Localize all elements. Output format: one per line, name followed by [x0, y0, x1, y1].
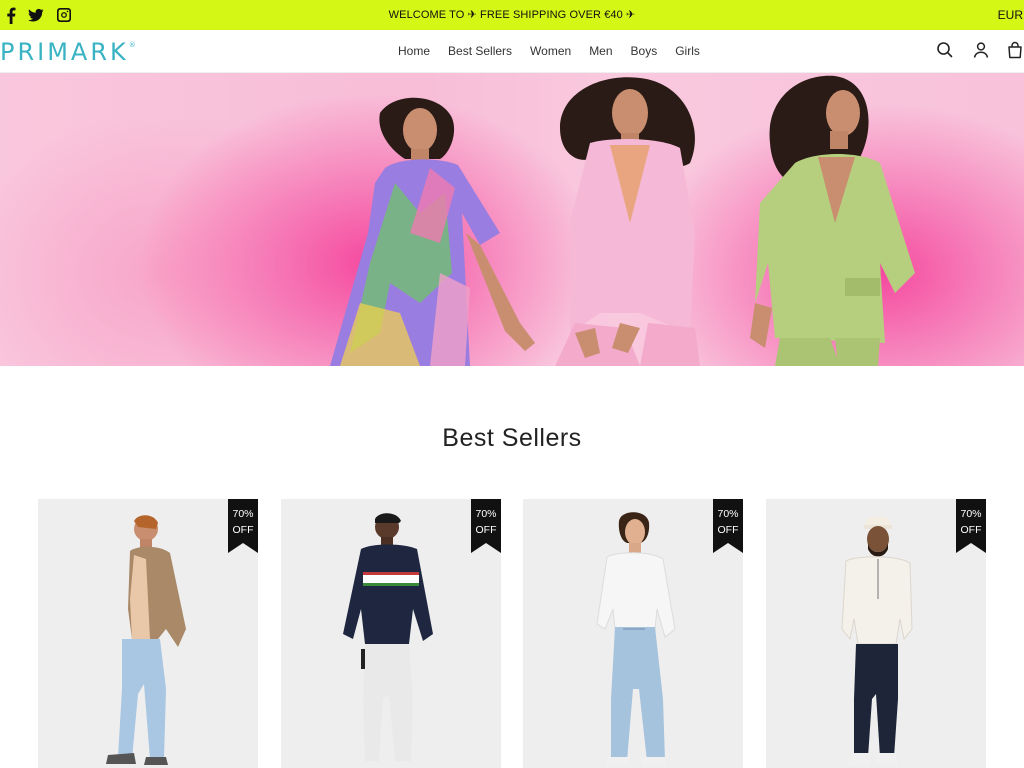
- nav-best-sellers[interactable]: Best Sellers: [448, 44, 512, 58]
- nav-home[interactable]: Home: [398, 44, 430, 58]
- hero-models-image: [330, 75, 915, 366]
- discount-badge: 70% OFF: [228, 499, 258, 553]
- account-button[interactable]: [971, 40, 991, 60]
- product-image: [596, 512, 676, 765]
- nav-women[interactable]: Women: [530, 44, 571, 58]
- discount-percent: 70%: [960, 508, 982, 520]
- search-icon: [937, 42, 953, 58]
- primark-logo[interactable]: PRIMARK®: [0, 38, 136, 66]
- announcement-text: WELCOME TO ✈ FREE SHIPPING OVER €40 ✈: [388, 9, 636, 21]
- model-floral-dress: [330, 97, 535, 366]
- main-nav: Home Best Sellers Women Men Boys Girls: [398, 44, 718, 58]
- search-button[interactable]: [935, 40, 955, 60]
- product-image: [343, 513, 433, 761]
- account-icon: [973, 42, 989, 58]
- discount-badge: 70% OFF: [956, 499, 986, 553]
- nav-boys[interactable]: Boys: [631, 44, 658, 58]
- product-card[interactable]: 70% OFF: [281, 499, 501, 768]
- cart-button[interactable]: [1006, 40, 1024, 60]
- model-green-suit: [750, 75, 915, 366]
- discount-off-label: OFF: [717, 524, 739, 536]
- site-header: PRIMARK® Home Best Sellers Women Men Boy…: [0, 30, 1024, 73]
- announcement-bar: WELCOME TO ✈ FREE SHIPPING OVER €40 ✈ EU…: [0, 0, 1024, 30]
- discount-off-label: OFF: [960, 524, 982, 536]
- product-image: [106, 515, 186, 765]
- product-card[interactable]: 70% OFF: [523, 499, 743, 768]
- discount-off-label: OFF: [232, 524, 254, 536]
- discount-percent: 70%: [717, 508, 739, 520]
- product-card[interactable]: 70% OFF: [766, 499, 986, 768]
- best-sellers-title: Best Sellers: [442, 424, 582, 452]
- discount-percent: 70%: [475, 508, 497, 520]
- logo-text: PRIMARK: [0, 38, 129, 66]
- discount-percent: 70%: [232, 508, 254, 520]
- nav-girls[interactable]: Girls: [675, 44, 700, 58]
- currency-selector[interactable]: EUR: [998, 8, 1023, 22]
- product-card[interactable]: 70% OFF: [38, 499, 258, 768]
- discount-badge: 70% OFF: [713, 499, 743, 553]
- nav-men[interactable]: Men: [589, 44, 612, 58]
- cart-icon: [1008, 41, 1022, 59]
- discount-badge: 70% OFF: [471, 499, 501, 553]
- hero-banner[interactable]: [0, 73, 1024, 366]
- product-image: [841, 516, 913, 765]
- discount-off-label: OFF: [475, 524, 497, 536]
- model-pink-suit: [555, 77, 700, 366]
- logo-registered-mark: ®: [128, 41, 136, 49]
